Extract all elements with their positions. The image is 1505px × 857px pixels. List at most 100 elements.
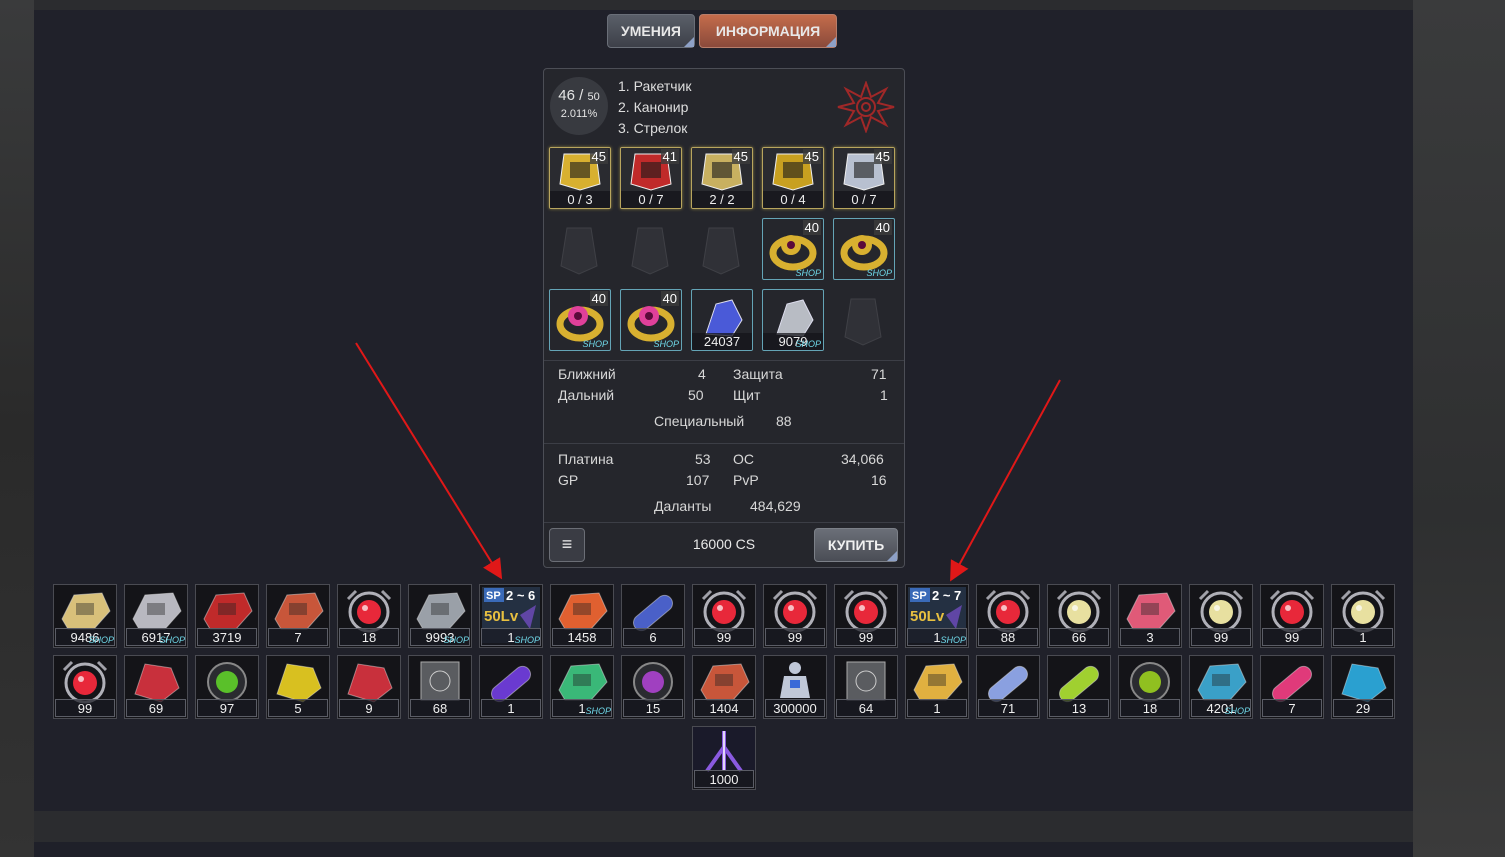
svg-text:50Lv: 50Lv [484, 608, 519, 625]
inventory-item[interactable]: 1 [479, 655, 543, 719]
inventory-item[interactable]: 1 SHOP [550, 655, 614, 719]
svg-text:2 ~ 6: 2 ~ 6 [506, 588, 535, 603]
crossed-weapons-slot-icon [631, 227, 669, 275]
inventory-item[interactable]: 18 [337, 584, 401, 648]
equipment-slot[interactable]: 40 SHOP [762, 218, 824, 280]
inventory-item[interactable]: 97 [195, 655, 259, 719]
equipment-slot[interactable] [620, 218, 680, 278]
shop-badge: SHOP [1224, 706, 1250, 716]
inventory-item[interactable]: 9 [337, 655, 401, 719]
inventory-item[interactable]: 1458 [550, 584, 614, 648]
equipment-slot[interactable] [691, 218, 751, 278]
inventory-item[interactable]: 71 [976, 655, 1040, 719]
equipment-slot[interactable] [833, 289, 893, 349]
tab-bar: УМЕНИЯ ИНФОРМАЦИЯ [607, 14, 837, 48]
item-quantity: 15 [623, 699, 683, 717]
glove-slot-icon [844, 298, 882, 346]
inventory-item[interactable]: SP 2 ~ 7 50Lv 1 SHOP [905, 584, 969, 648]
shop-badge: SHOP [585, 706, 611, 716]
item-count: 24037 [692, 333, 752, 350]
inventory-item[interactable]: 99 [53, 655, 117, 719]
inventory-item[interactable]: 3719 [195, 584, 259, 648]
inventory-item[interactable]: 18 [1118, 655, 1182, 719]
inventory-item[interactable]: 99 [1189, 584, 1253, 648]
equipment-slot[interactable]: 45 0 / 3 [549, 147, 611, 209]
item-quantity: 300000 [765, 699, 825, 717]
defense-label: Защита [733, 366, 783, 382]
item-quantity: 99 [836, 628, 896, 646]
inventory-item[interactable]: 6 [621, 584, 685, 648]
pvp-label: PvP [733, 472, 759, 488]
inventory-item[interactable]: 99 [834, 584, 898, 648]
class-item: 2. Канонир [618, 99, 689, 115]
inventory-item[interactable]: 1 [1331, 584, 1395, 648]
tab-skills[interactable]: УМЕНИЯ [607, 14, 695, 48]
tab-info[interactable]: ИНФОРМАЦИЯ [699, 14, 837, 48]
inventory-item[interactable]: 9993 SHOP [408, 584, 472, 648]
inventory-item[interactable]: 5 [266, 655, 330, 719]
shield-label: Щит [733, 387, 761, 403]
platinum-label: Платина [558, 451, 614, 467]
equipment-slot[interactable] [549, 218, 609, 278]
item-quantity: 88 [978, 628, 1038, 646]
inventory-item[interactable]: 99 [763, 584, 827, 648]
item-quantity: 68 [410, 699, 470, 717]
inventory-item[interactable]: 99 [692, 584, 756, 648]
equipment-slot[interactable]: 40 SHOP [549, 289, 611, 351]
character-card: 46 / 50 2.011% 1. Ракетчик 2. Канонир 3.… [543, 68, 905, 568]
item-level: 45 [802, 149, 821, 164]
inventory-item[interactable]: 4201 SHOP [1189, 655, 1253, 719]
equipment-slot[interactable]: 24037 [691, 289, 753, 351]
inventory-item[interactable]: 88 [976, 584, 1040, 648]
melee-value: 4 [698, 366, 706, 382]
inventory-item[interactable]: 69 [124, 655, 188, 719]
inventory-item[interactable]: 3 [1118, 584, 1182, 648]
item-quantity: 64 [836, 699, 896, 717]
equipment-slot[interactable]: 41 0 / 7 [620, 147, 682, 209]
divider [544, 443, 904, 444]
gp-label: GP [558, 472, 579, 488]
item-level: 41 [660, 149, 679, 164]
equipment-slot[interactable]: 45 0 / 4 [762, 147, 824, 209]
inventory-item[interactable]: 66 [1047, 584, 1111, 648]
item-quantity: 1404 [694, 699, 754, 717]
equipment-slot[interactable]: 40 SHOP [833, 218, 895, 280]
inventory-item[interactable]: 6917 SHOP [124, 584, 188, 648]
inventory-item[interactable]: 7 [1260, 655, 1324, 719]
item-quantity: 99 [55, 699, 115, 717]
background-left [0, 0, 34, 857]
inventory-item[interactable]: 68 [408, 655, 472, 719]
inventory-item[interactable]: 99 [1260, 584, 1324, 648]
item-quantity: 18 [1120, 699, 1180, 717]
equipment-slot[interactable]: 9079 SHOP [762, 289, 824, 351]
cloak-slot-icon [702, 227, 740, 275]
buy-button[interactable]: КУПИТЬ [814, 528, 898, 562]
item-quantity: 99 [765, 628, 825, 646]
inventory-item[interactable]: 64 [834, 655, 898, 719]
item-level: 40 [802, 220, 821, 235]
item-quantity: 69 [126, 699, 186, 717]
inventory-item[interactable]: 29 [1331, 655, 1395, 719]
inventory-item[interactable]: 300000 [763, 655, 827, 719]
inventory-item[interactable]: 1404 [692, 655, 756, 719]
item-quantity: 1 [907, 699, 967, 717]
item-level: 45 [731, 149, 750, 164]
exp-percent: 2.011% [560, 108, 598, 120]
inventory-item[interactable]: 1 [905, 655, 969, 719]
equipment-slot[interactable]: 45 0 / 7 [833, 147, 895, 209]
inventory-item[interactable]: 9486 SHOP [53, 584, 117, 648]
item-quantity: 3719 [197, 628, 257, 646]
inventory-item[interactable]: 7 [266, 584, 330, 648]
item-count: 0 / 7 [834, 191, 894, 208]
equipment-slot[interactable]: 45 2 / 2 [691, 147, 753, 209]
special-value: 88 [776, 413, 792, 429]
inventory-item[interactable]: 15 [621, 655, 685, 719]
equipment-slot[interactable]: 40 SHOP [620, 289, 682, 351]
item-level: 40 [873, 220, 892, 235]
class-list: 1. Ракетчик 2. Канонир 3. Стрелок [618, 76, 691, 139]
inventory-item[interactable]: SP 2 ~ 6 50Lv 1 SHOP [479, 584, 543, 648]
inventory-item[interactable]: 1000 [692, 726, 756, 790]
item-quantity: 1 [481, 699, 541, 717]
inventory-item[interactable]: 13 [1047, 655, 1111, 719]
item-quantity: 3 [1120, 628, 1180, 646]
